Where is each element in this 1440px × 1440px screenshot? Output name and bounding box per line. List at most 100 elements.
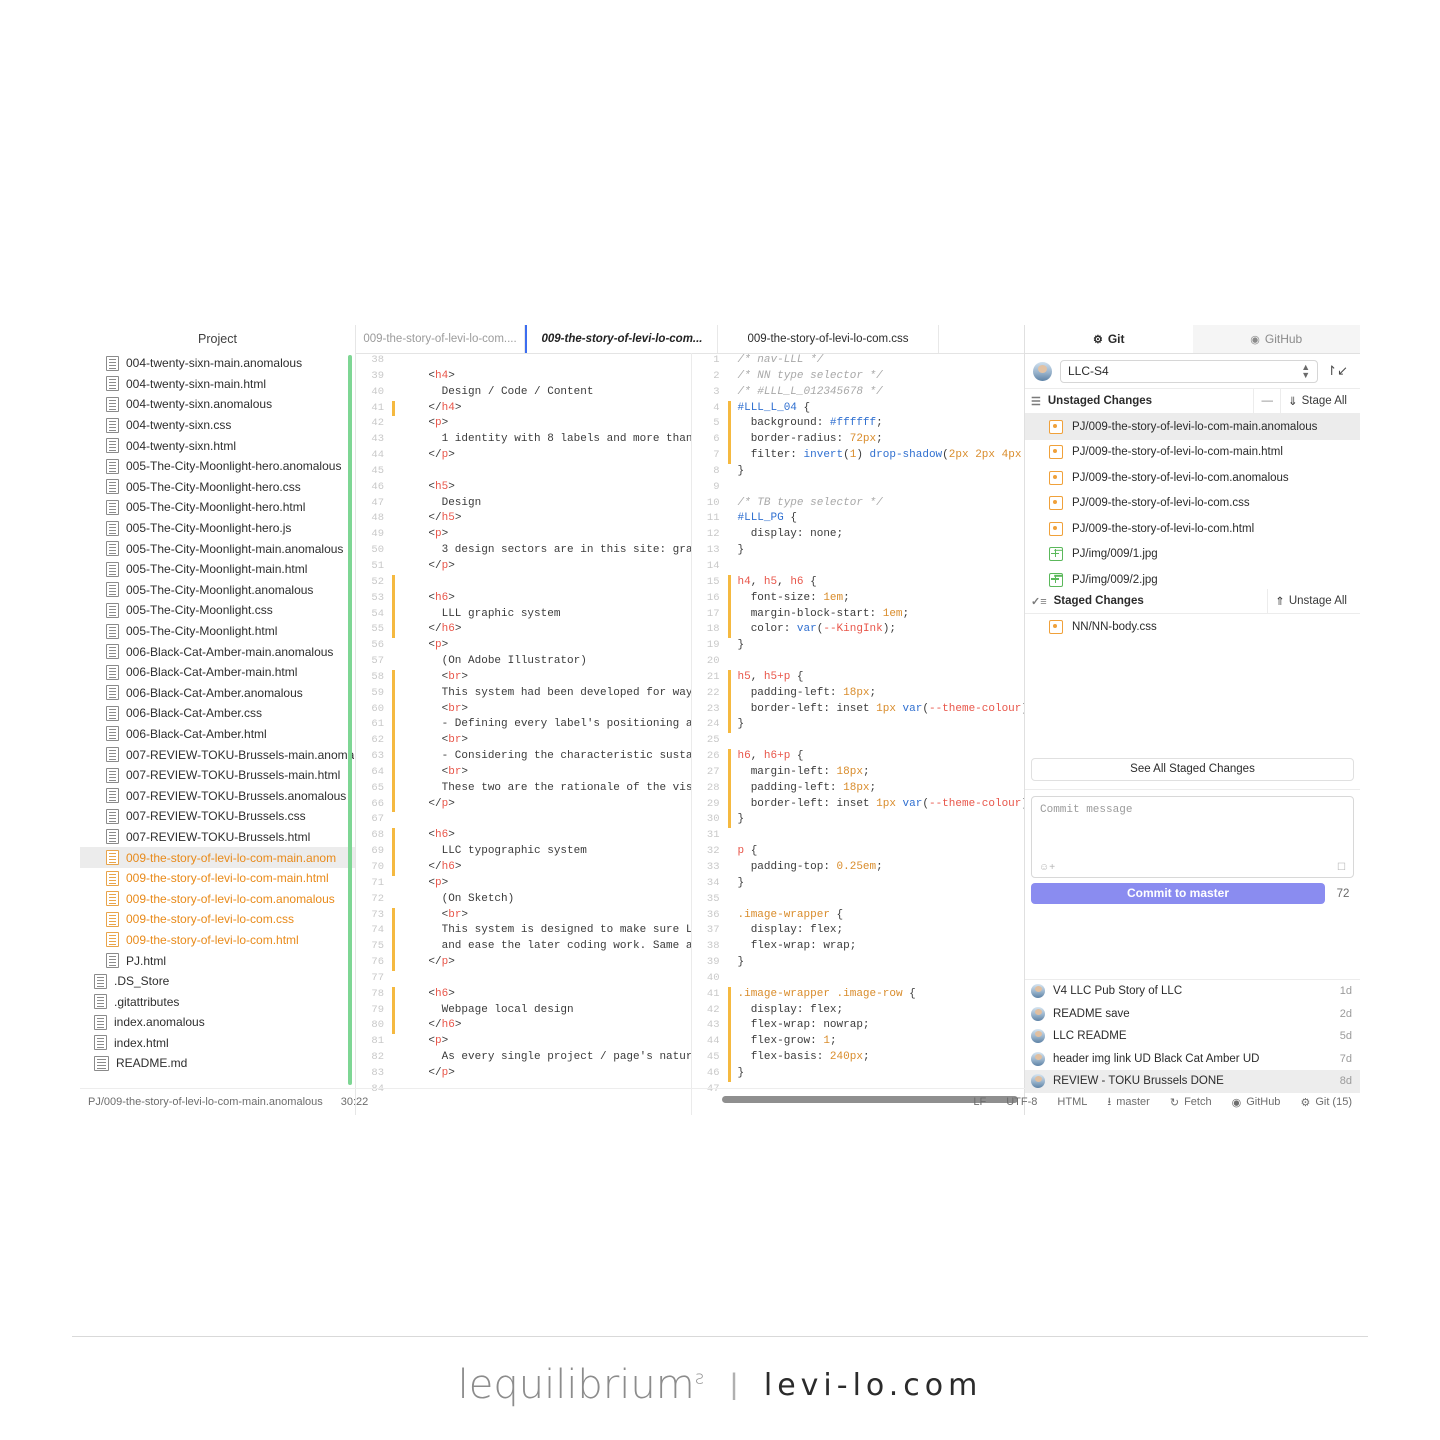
file-tree-item[interactable]: 004-twenty-sixn-main.anomalous [80,353,355,374]
code-text: </h6> [402,1019,462,1032]
line-number: 75 [371,940,384,953]
file-tree-item[interactable]: 009-the-story-of-levi-lo-com.anomalous [80,888,355,909]
file-tree-item[interactable]: 005-The-City-Moonlight.anomalous [80,580,355,601]
status-grammar[interactable]: HTML [1057,1096,1087,1108]
file-tree-item[interactable]: 006-Black-Cat-Amber-main.anomalous [80,641,355,662]
file-tree-scrollbar[interactable] [348,355,352,1085]
commit-to-master-button[interactable]: Commit to master [1031,883,1325,904]
code-text: border-left: inset 1px var(--theme-colou… [737,702,1026,715]
git-change-row[interactable]: PJ/009-the-story-of-levi-lo-com.html [1025,516,1360,542]
git-change-row[interactable]: PJ/009-the-story-of-levi-lo-com.anomalou… [1025,465,1360,491]
git-change-row[interactable]: NN/NN-body.css [1025,614,1360,640]
code-line: 60 <br> [356,701,691,718]
file-tree-item[interactable]: 009-the-story-of-levi-lo-com-main.html [80,868,355,889]
commit-history-row[interactable]: LLC README 5d [1025,1025,1360,1048]
file-tree-item[interactable]: 005-The-City-Moonlight-hero.html [80,497,355,518]
file-tree-item[interactable]: 007-REVIEW-TOKU-Brussels.anomalous [80,785,355,806]
branch-fork-icon[interactable]: ↾↙ [1326,363,1352,379]
unstaged-changes-list[interactable]: PJ/009-the-story-of-levi-lo-com-main.ano… [1025,414,1360,589]
change-marker [728,654,731,670]
file-tree-item[interactable]: 005-The-City-Moonlight.css [80,600,355,621]
file-tree-item[interactable]: README.md [80,1053,355,1074]
file-tree-item[interactable]: 007-REVIEW-TOKU-Brussels-main.html [80,765,355,786]
git-change-row[interactable]: PJ/img/009/2.jpg [1025,567,1360,589]
file-tree-item[interactable]: 007-REVIEW-TOKU-Brussels.css [80,806,355,827]
status-github[interactable]: ◉ GitHub [1232,1096,1281,1109]
modified-file-icon [1049,445,1063,460]
git-change-row[interactable]: PJ/009-the-story-of-levi-lo-com-main.htm… [1025,440,1360,466]
file-tree-item[interactable]: 004-twenty-sixn.html [80,435,355,456]
status-line-ending[interactable]: LF [973,1096,986,1108]
file-tree-item[interactable]: 004-twenty-sixn.anomalous [80,394,355,415]
file-tree-item[interactable]: 009-the-story-of-levi-lo-com.css [80,909,355,930]
line-number: 33 [706,861,720,873]
line-number: 45 [706,1051,720,1064]
co-author-icon[interactable]: ☺+ [1039,862,1055,873]
file-icon [94,994,107,1010]
file-tree-list[interactable]: 004-twenty-sixn-main.anomalous 004-twenty… [80,353,355,1103]
line-number: 82 [371,1051,384,1064]
line-number: 70 [371,861,384,873]
staged-changes-list[interactable]: NN/NN-body.css [1025,614,1360,640]
commit-message-input[interactable]: Commit message ☺+ ☐ [1031,796,1354,878]
status-cursor-position[interactable]: 30:22 [341,1096,369,1108]
file-tree-item[interactable]: 005-The-City-Moonlight-hero.anomalous [80,456,355,477]
status-fetch[interactable]: ↻ Fetch [1170,1096,1212,1109]
file-tree-item[interactable]: 004-twenty-sixn-main.html [80,374,355,395]
file-tree-item[interactable]: 005-The-City-Moonlight.html [80,621,355,642]
file-tree-item[interactable]: .DS_Store [80,971,355,992]
status-branch[interactable]: ⭳ master [1107,1093,1149,1112]
editor-tab[interactable] [939,325,1026,353]
unstage-all-button[interactable]: ⇑ Unstage All [1267,589,1354,613]
status-git[interactable]: ⚙ Git (15) [1300,1096,1352,1109]
file-tree-item[interactable]: 006-Black-Cat-Amber.html [80,724,355,745]
commit-history-row[interactable]: header img link UD Black Cat Amber UD 7d [1025,1048,1360,1071]
file-tree-item[interactable]: 007-REVIEW-TOKU-Brussels-main.anoma [80,744,355,765]
git-change-row[interactable]: PJ/009-the-story-of-levi-lo-com-main.ano… [1025,414,1360,440]
file-tree-item[interactable]: 005-The-City-Moonlight-main.html [80,559,355,580]
status-encoding[interactable]: UTF-8 [1006,1096,1037,1108]
code-text: border-radius: 72px; [737,433,883,446]
file-tree-item[interactable]: 005-The-City-Moonlight-hero.js [80,518,355,539]
code-line: 80 </h6> [356,1018,691,1035]
file-tree-item[interactable]: 006-Black-Cat-Amber.anomalous [80,683,355,704]
line-number: 55 [371,623,384,636]
stage-all-button[interactable]: ⇓ Stage All [1279,389,1354,413]
file-tree-item[interactable]: 005-The-City-Moonlight-main.anomalous [80,538,355,559]
git-panel-tabs[interactable]: ⚙ Git ◉ GitHub [1025,325,1360,354]
file-tree-item[interactable]: 007-REVIEW-TOKU-Brussels.html [80,827,355,848]
see-all-staged-changes-button[interactable]: See All Staged Changes [1031,758,1354,781]
css-source-pane[interactable]: 1 /* nav-LLL */ 2 /* NN type selector */ 3 /*… [690,353,1026,1115]
file-tree-item[interactable]: index.anomalous [80,1012,355,1033]
git-change-row[interactable]: PJ/img/009/1.jpg [1025,542,1360,568]
code-line: 41 </h4> [356,400,691,417]
line-number: 36 [706,908,720,921]
file-tree-item[interactable]: 009-the-story-of-levi-lo-com-main.anom [80,847,355,868]
tab-github[interactable]: ◉ GitHub [1192,325,1360,353]
tab-git[interactable]: ⚙ Git [1025,325,1193,353]
file-tree-item[interactable]: 004-twenty-sixn.css [80,415,355,436]
expand-icon[interactable]: ☐ [1337,862,1346,873]
change-marker [392,574,395,591]
file-name: README.md [116,1056,188,1071]
file-tree-item[interactable]: .gitattributes [80,991,355,1012]
file-tree-item[interactable]: 005-The-City-Moonlight-hero.css [80,477,355,498]
collapse-unstaged-button[interactable]: — [1253,389,1280,413]
commit-history-row[interactable]: README save 2d [1025,1003,1360,1026]
file-tree-item[interactable]: 006-Black-Cat-Amber.css [80,703,355,724]
editor-tab-bar[interactable]: 009-the-story-of-levi-lo-com.... 009-the-… [356,325,1026,354]
git-change-row[interactable]: PJ/009-the-story-of-levi-lo-com.css [1025,491,1360,517]
repository-select[interactable]: LLC-S4 ▲ ▼ [1060,359,1319,383]
editor-tab[interactable]: 009-the-story-of-levi-lo-com.css [718,325,939,353]
line-number: 76 [371,956,384,969]
file-tree-item[interactable]: PJ.html [80,950,355,971]
file-tree-item[interactable]: 009-the-story-of-levi-lo-com.html [80,930,355,951]
editor-tab[interactable]: 009-the-story-of-levi-lo-com... [525,325,718,353]
editor-tab[interactable]: 009-the-story-of-levi-lo-com.... [356,325,525,353]
code-text: display: none; [737,528,844,541]
file-tree-item[interactable]: 006-Black-Cat-Amber-main.html [80,662,355,683]
file-tree-item[interactable]: index.html [80,1033,355,1054]
html-source-pane[interactable]: 38 39 <h4> 40 Design / Code / Content 41 </… [356,353,691,1115]
commit-history-row[interactable]: V4 LLC Pub Story of LLC 1d [1025,980,1360,1003]
line-number: 41 [706,987,720,1000]
